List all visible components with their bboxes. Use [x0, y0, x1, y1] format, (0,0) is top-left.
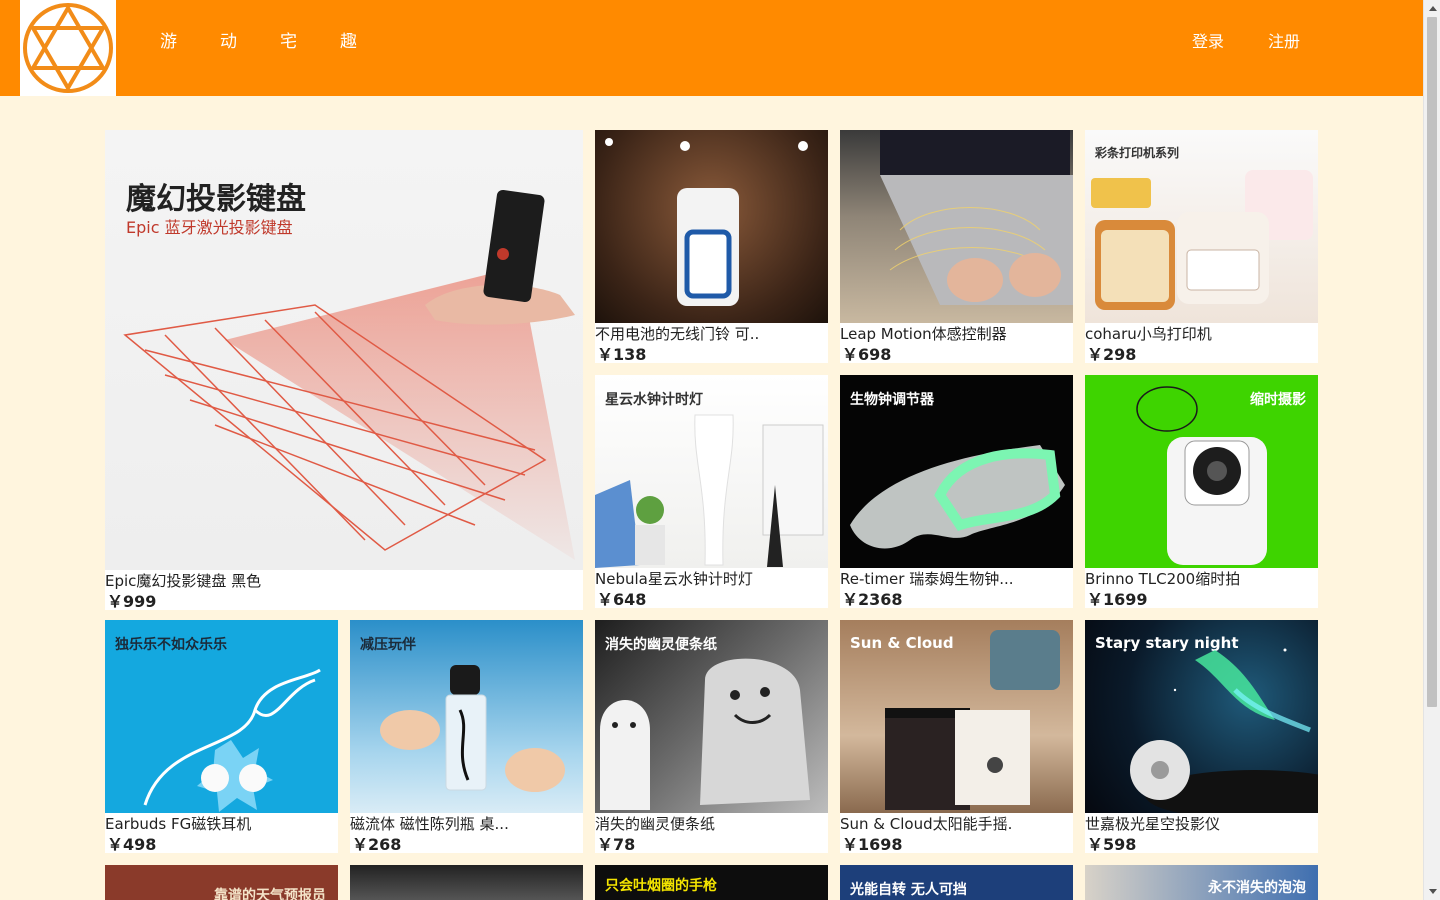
star-of-david-icon: [23, 3, 113, 93]
product-image: 缩时摄影: [1085, 375, 1318, 568]
product-card[interactable]: 生物钟调节器 Re-timer 瑞泰姆生物钟... ￥2368: [840, 375, 1073, 608]
image-caption: 靠谱的天气预报员: [214, 888, 326, 900]
product-name[interactable]: Nebula星云水钟计时灯: [595, 569, 828, 589]
scroll-thumb[interactable]: [1427, 17, 1437, 707]
featured-product-card[interactable]: 魔幻投影键盘 Epic 蓝牙激光投影键盘 Epic魔幻投影键盘 黑色 ￥999: [105, 130, 583, 610]
chevron-up-icon: [1428, 6, 1437, 11]
product-card[interactable]: Sun & Cloud Sun & Cloud太阳能手摇. ￥1698: [840, 620, 1073, 853]
main-nav: 游 动 宅 趣: [160, 31, 400, 53]
nav-item-qu[interactable]: 趣: [340, 31, 357, 53]
product-name[interactable]: Re-timer 瑞泰姆生物钟...: [840, 569, 1073, 589]
product-card[interactable]: 不用电池的无线门铃 可.. ￥138: [595, 130, 828, 363]
product-card[interactable]: Stary stary night 世嘉极光星空投影仪 ￥598: [1085, 620, 1318, 853]
product-image: Stary stary night: [1085, 620, 1318, 813]
product-price: ￥598: [1087, 835, 1137, 853]
product-price: ￥698: [842, 345, 892, 363]
product-image: 靠谱的天气预报员: [105, 865, 338, 900]
product-image: 消失的幽灵便条纸: [595, 620, 828, 813]
image-caption: 光能自转 无人可挡: [850, 882, 967, 898]
nav-item-zhai[interactable]: 宅: [280, 31, 297, 53]
product-card[interactable]: 缩时摄影 Brinno TLC200缩时拍 ￥1699: [1085, 375, 1318, 608]
product-card[interactable]: 永不消失的泡泡: [1085, 865, 1318, 900]
product-price: ￥498: [107, 835, 157, 853]
product-image: Sun & Cloud: [840, 620, 1073, 813]
nav-item-dong[interactable]: 动: [220, 31, 237, 53]
product-card[interactable]: Leap Motion体感控制器 ￥698: [840, 130, 1073, 363]
product-image: 光能自转 无人可挡: [840, 865, 1073, 900]
featured-product-image: 魔幻投影键盘 Epic 蓝牙激光投影键盘: [105, 130, 583, 570]
vertical-scrollbar[interactable]: [1423, 0, 1440, 900]
product-image: 永不消失的泡泡: [1085, 865, 1318, 900]
product-name[interactable]: Earbuds FG磁铁耳机: [105, 814, 338, 834]
ghost-notes-illustration: [600, 658, 810, 810]
scroll-up-arrow[interactable]: [1424, 0, 1440, 17]
product-image: 彩条打印机系列: [1085, 130, 1318, 323]
site-logo[interactable]: [20, 0, 116, 96]
product-image: [840, 130, 1073, 323]
product-name[interactable]: 世嘉极光星空投影仪: [1085, 814, 1318, 834]
product-card[interactable]: 消失的幽灵便条纸 消失的幽灵便条纸 ￥78: [595, 620, 828, 853]
product-name[interactable]: Leap Motion体感控制器: [840, 324, 1073, 344]
register-link[interactable]: 注册: [1268, 31, 1300, 53]
auth-links: 登录 注册: [1192, 31, 1300, 53]
product-name[interactable]: Sun & Cloud太阳能手摇.: [840, 814, 1073, 834]
product-price: ￥999: [107, 592, 157, 610]
product-image: [595, 130, 828, 323]
product-name[interactable]: Epic魔幻投影键盘 黑色: [105, 571, 583, 591]
solar-radio-illustration: [885, 630, 1060, 810]
product-image: 独乐乐不如众乐乐: [105, 620, 338, 813]
label-printer-illustration: [1091, 170, 1313, 310]
product-name[interactable]: coharu小鸟打印机: [1085, 324, 1318, 344]
product-card[interactable]: 彩条打印机系列 coharu小鸟打印机 ￥298: [1085, 130, 1318, 363]
water-clock-lamp-illustration: [595, 414, 824, 568]
chevron-down-icon: [1428, 889, 1437, 894]
product-card[interactable]: 靠谱的天气预报员: [105, 865, 338, 900]
site-header: 游 动 宅 趣 登录 注册: [0, 0, 1423, 96]
product-card[interactable]: 独乐乐不如众乐乐 Earbuds FG磁铁耳机 ￥498: [105, 620, 338, 853]
product-price: ￥1698: [842, 835, 903, 853]
product-price: ￥298: [1087, 345, 1137, 363]
product-name[interactable]: 磁流体 磁性陈列瓶 桌...: [350, 814, 583, 834]
earbuds-illustration: [143, 668, 321, 812]
product-price: ￥138: [597, 345, 647, 363]
product-image: 星云水钟计时灯: [595, 375, 828, 568]
product-price: ￥648: [597, 590, 647, 608]
product-price: ￥2368: [842, 590, 903, 608]
product-image: [350, 865, 583, 900]
laptop-illustration: [880, 130, 1073, 305]
login-link[interactable]: 登录: [1192, 31, 1224, 53]
product-price: ￥78: [597, 835, 636, 853]
image-caption: 永不消失的泡泡: [1208, 880, 1306, 896]
timelapse-camera-illustration: [1136, 386, 1267, 565]
light-glasses-illustration: [850, 445, 1065, 549]
product-price: ￥1699: [1087, 590, 1148, 608]
product-card[interactable]: 减压玩伴 磁流体 磁性陈列瓶 桌... ￥268: [350, 620, 583, 853]
product-name[interactable]: Brinno TLC200缩时拍: [1085, 569, 1318, 589]
product-name[interactable]: 不用电池的无线门铃 可..: [595, 324, 828, 344]
ferrofluid-bottle-illustration: [380, 665, 565, 792]
product-name[interactable]: 消失的幽灵便条纸: [595, 814, 828, 834]
product-card[interactable]: 只会吐烟圈的手枪: [595, 865, 828, 900]
image-caption: 只会吐烟圈的手枪: [605, 878, 717, 894]
projection-keyboard-illustration: [123, 189, 575, 560]
star-projector-illustration: [1123, 648, 1318, 813]
product-image: 减压玩伴: [350, 620, 583, 813]
product-image: 只会吐烟圈的手枪: [595, 865, 828, 900]
product-card[interactable]: [350, 865, 583, 900]
scroll-down-arrow[interactable]: [1424, 883, 1440, 900]
nav-item-you[interactable]: 游: [160, 31, 177, 53]
doorbell-illustration: [605, 138, 808, 306]
product-card[interactable]: 星云水钟计时灯 Nebula星云水钟计时灯 ￥648: [595, 375, 828, 608]
product-card[interactable]: 光能自转 无人可挡: [840, 865, 1073, 900]
product-price: ￥268: [352, 835, 402, 853]
product-image: 生物钟调节器: [840, 375, 1073, 568]
